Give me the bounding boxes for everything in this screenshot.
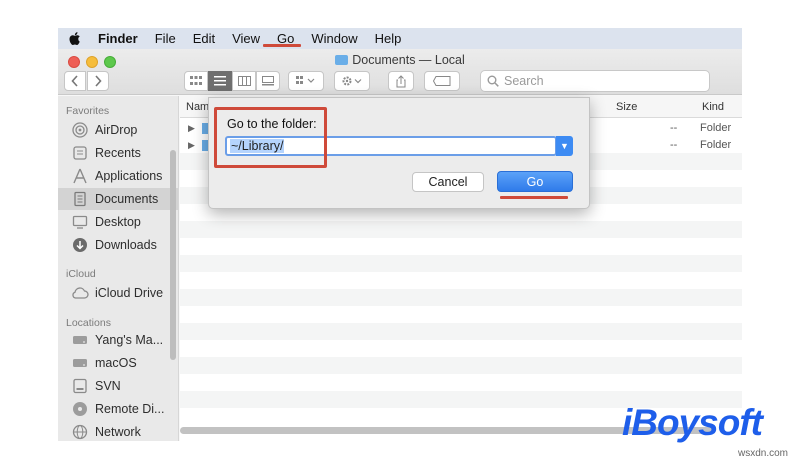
- drive-icon: [71, 378, 89, 394]
- document-icon: [71, 191, 89, 207]
- row-kind: Folder: [700, 139, 732, 151]
- title-bar: Documents — Local Search: [58, 49, 742, 95]
- sidebar-item-network[interactable]: Network: [58, 421, 178, 441]
- sidebar-header-locations: Locations: [66, 317, 111, 329]
- folder-icon: [335, 55, 349, 65]
- cancel-button[interactable]: Cancel: [412, 172, 484, 192]
- row-stripe: [180, 255, 742, 272]
- menu-help[interactable]: Help: [375, 31, 402, 46]
- disclosure-triangle-icon[interactable]: ▶: [188, 123, 195, 134]
- forward-button[interactable]: [87, 71, 109, 91]
- chevron-right-icon: [95, 75, 102, 87]
- sidebar-item-label: Network: [95, 425, 141, 439]
- path-history-dropdown[interactable]: ▼: [556, 136, 573, 156]
- row-stripe: [180, 221, 742, 238]
- row-stripe: [180, 357, 742, 374]
- column-size[interactable]: Size: [616, 101, 637, 113]
- row-stripe: [180, 323, 742, 340]
- chevron-down-icon: ▼: [560, 141, 569, 151]
- iboysoft-logo: iBoysoft: [622, 402, 763, 443]
- drive-icon: [71, 332, 89, 348]
- sidebar-item-applications[interactable]: Applications: [58, 165, 178, 187]
- sidebar-item-label: macOS: [95, 356, 137, 370]
- watermark: wsxdn.com: [738, 448, 789, 459]
- search-field[interactable]: Search: [480, 70, 710, 92]
- sidebar-item-label: Desktop: [95, 215, 141, 229]
- clock-icon: [71, 145, 89, 161]
- search-icon: [487, 75, 499, 87]
- sidebar-item-label: Downloads: [95, 238, 157, 252]
- sidebar-item-icloud-drive[interactable]: iCloud Drive: [58, 282, 178, 304]
- sidebar-item-label: iCloud Drive: [95, 286, 164, 300]
- go-button[interactable]: Go: [497, 171, 573, 192]
- gallery-view-button[interactable]: [256, 71, 280, 91]
- chevron-left-icon: [71, 75, 78, 87]
- column-view-button[interactable]: [232, 71, 256, 91]
- menu-window[interactable]: Window: [311, 31, 357, 46]
- sidebar-item-label: Recents: [95, 146, 141, 160]
- sidebar-header-favorites: Favorites: [66, 105, 110, 117]
- disclosure-triangle-icon[interactable]: ▶: [188, 140, 195, 151]
- sidebar-item-label: Applications: [95, 169, 163, 183]
- download-icon: [71, 237, 89, 253]
- apple-icon[interactable]: [68, 31, 82, 46]
- go-menu-annotation-underline: [263, 44, 301, 47]
- row-size: --: [670, 122, 678, 134]
- sidebar-item-svn[interactable]: SVN: [58, 375, 178, 397]
- sidebar-header-icloud: iCloud: [66, 268, 96, 280]
- list-icon: [214, 76, 226, 86]
- sidebar-item-label: Yang's Ma...: [95, 333, 164, 347]
- row-kind: Folder: [700, 122, 732, 134]
- go-button-annotation-underline: [500, 196, 568, 199]
- sidebar-item-recents[interactable]: Recents: [58, 142, 178, 164]
- row-size: --: [670, 139, 678, 151]
- sidebar-item-label: AirDrop: [95, 123, 138, 137]
- menu-edit[interactable]: Edit: [193, 31, 215, 46]
- action-button[interactable]: [334, 71, 370, 91]
- sidebar-item-label: SVN: [95, 379, 121, 393]
- sidebar-item-macos[interactable]: macOS: [58, 352, 178, 374]
- search-placeholder: Search: [504, 74, 544, 88]
- menu-bar: Finder File Edit View Go Window Help: [58, 28, 742, 49]
- desktop-icon: [71, 214, 89, 230]
- share-icon: [396, 74, 406, 87]
- column-kind[interactable]: Kind: [702, 101, 724, 113]
- window-title: Documents — Local: [58, 53, 742, 67]
- annotation-highlight-box: [214, 107, 327, 168]
- sidebar: Favorites AirDrop Recents Applications D…: [58, 96, 179, 441]
- row-stripe: [180, 289, 742, 306]
- group-button[interactable]: [288, 71, 324, 91]
- sidebar-item-label: Remote Di...: [95, 402, 165, 416]
- sidebar-item-documents[interactable]: Documents: [58, 188, 178, 210]
- cloud-icon: [71, 285, 89, 301]
- columns-icon: [237, 76, 251, 86]
- sidebar-item-desktop[interactable]: Desktop: [58, 211, 178, 233]
- gallery-icon: [262, 76, 274, 86]
- tag-icon: [433, 76, 451, 86]
- airdrop-icon: [71, 122, 89, 138]
- applications-icon: [71, 168, 89, 184]
- tag-button[interactable]: [424, 71, 460, 91]
- grid-icon: [190, 76, 202, 85]
- menu-view[interactable]: View: [232, 31, 260, 46]
- list-view-button[interactable]: [208, 71, 232, 91]
- share-button[interactable]: [388, 71, 414, 91]
- menu-app-finder[interactable]: Finder: [98, 31, 138, 46]
- back-button[interactable]: [64, 71, 86, 91]
- group-grid-icon: [296, 76, 315, 84]
- sidebar-item-label: Documents: [95, 192, 159, 206]
- sidebar-scrollbar[interactable]: [170, 150, 176, 360]
- disc-icon: [71, 401, 89, 417]
- menu-file[interactable]: File: [155, 31, 176, 46]
- icon-view-button[interactable]: [184, 71, 208, 91]
- gear-icon: [342, 76, 362, 86]
- sidebar-item-remote-disc[interactable]: Remote Di...: [58, 398, 178, 420]
- network-icon: [71, 424, 89, 440]
- sidebar-item-downloads[interactable]: Downloads: [58, 234, 178, 256]
- sidebar-item-yangs-mac[interactable]: Yang's Ma...: [58, 329, 178, 351]
- sidebar-item-airdrop[interactable]: AirDrop: [58, 119, 178, 141]
- drive-icon: [71, 355, 89, 371]
